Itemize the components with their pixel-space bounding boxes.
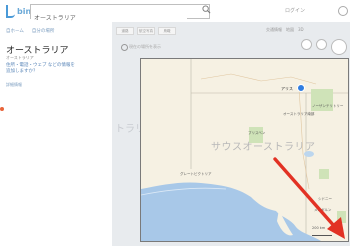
map-label-northern-territory: ノーザンテリトリー xyxy=(312,104,344,108)
details-link[interactable]: 詳細情報 xyxy=(6,82,22,88)
zoom-out-icon[interactable] xyxy=(301,39,312,50)
map-label-great-victoria: グレートビクトリア xyxy=(180,172,212,176)
region-label: サウスオーストラリア xyxy=(211,142,316,153)
zoom-in-icon[interactable] xyxy=(316,39,327,50)
sign-in-link[interactable]: ログイン xyxy=(285,7,305,14)
map-label-south: オーストラリア南部 xyxy=(283,112,315,116)
subnav-item-home[interactable]: 自ホーム xyxy=(6,28,24,34)
pointer-marker-icon xyxy=(0,107,4,111)
subnav-item-my-places[interactable]: 自分の場所 xyxy=(32,28,55,34)
settings-gear-icon[interactable] xyxy=(338,6,348,16)
bing-logo-icon xyxy=(6,4,15,18)
map-toggle[interactable]: 地図 xyxy=(286,27,294,33)
place-subtitle: オーストラリア xyxy=(6,55,34,60)
traffic-toggle[interactable]: 交通情報 xyxy=(266,27,282,33)
map-toolbar: 道路 航空写真 鳥瞰 xyxy=(116,27,176,35)
3d-toggle[interactable]: 3D xyxy=(298,27,304,33)
location-pin-label: 現在の場所を表示 xyxy=(129,44,161,49)
place-description-link[interactable]: 住所・電話・ウェブ などの情報を追加しますか？ xyxy=(6,63,76,75)
map-mode-birdseye[interactable]: 鳥瞰 xyxy=(158,27,176,35)
zoom-controls xyxy=(301,39,327,50)
map-mode-road[interactable]: 道路 xyxy=(116,27,134,35)
compass-icon[interactable] xyxy=(331,39,347,55)
map-right-tools: 交通情報 地図 3D xyxy=(266,27,304,33)
red-arrow-annotation xyxy=(273,157,345,239)
map-label-brisbane: ブリスベン xyxy=(248,131,266,135)
city-label: アリス xyxy=(281,86,293,91)
current-location-dot[interactable] xyxy=(297,84,305,92)
subnav: 自ホーム 自分の場所 xyxy=(6,28,54,34)
location-pin-icon[interactable] xyxy=(121,44,128,51)
search-box[interactable] xyxy=(30,4,210,24)
map-mode-aerial[interactable]: 航空写真 xyxy=(137,27,155,35)
search-icon[interactable] xyxy=(202,5,211,14)
